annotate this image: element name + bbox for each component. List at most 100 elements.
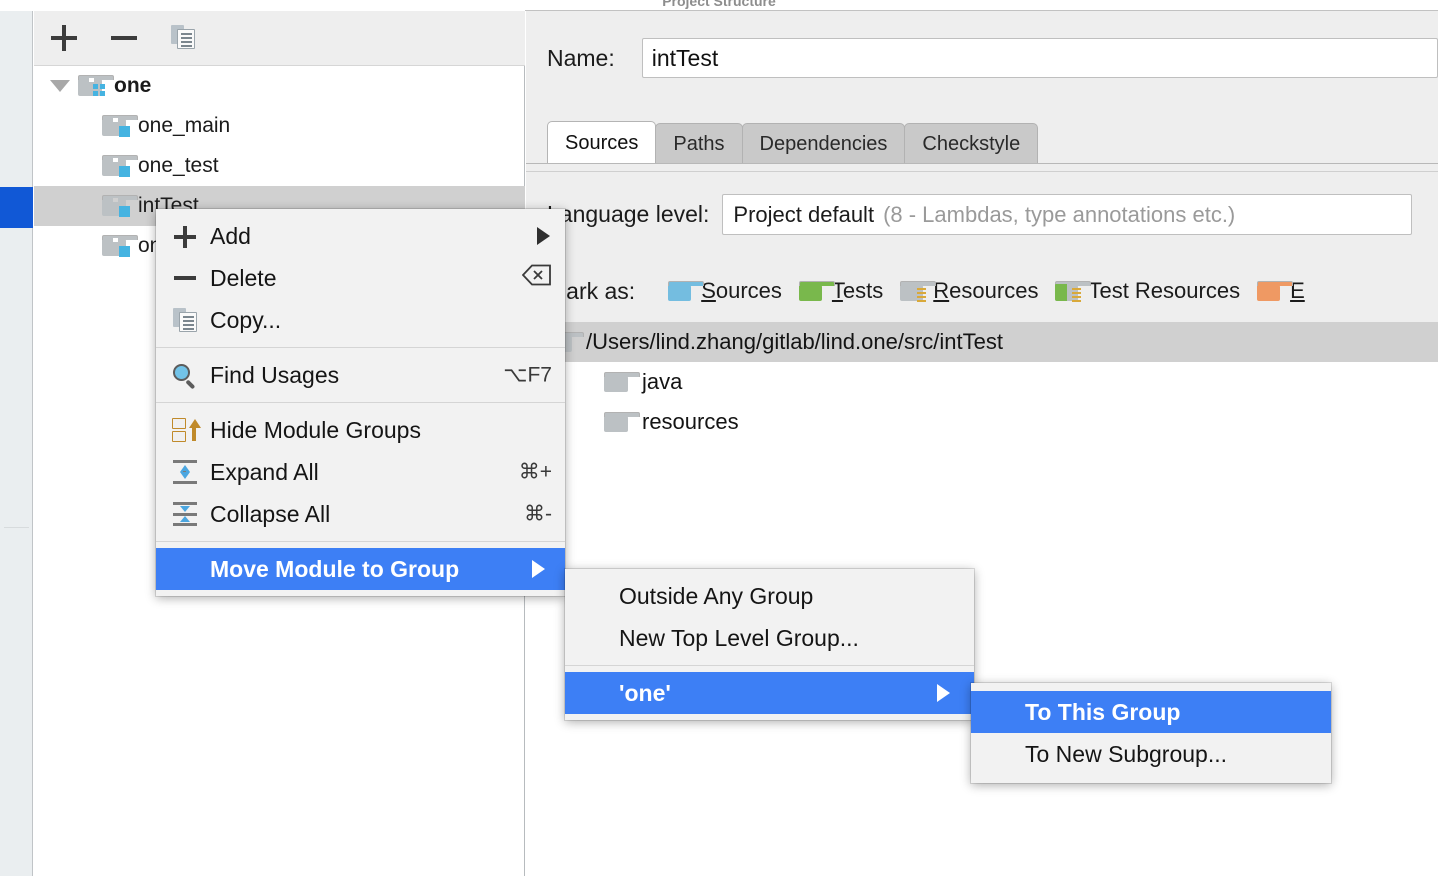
tab-sources[interactable]: Sources [547,121,657,164]
menu-item-move-module-to-group[interactable]: Move Module to Group [156,548,565,590]
remove-module-button[interactable] [105,19,143,57]
project-structure-dialog: Project Structure one one_main one_test … [0,0,1438,876]
chevron-right-icon [537,227,550,245]
tab-paths[interactable]: Paths [655,123,743,164]
delete-shortcut [522,264,552,292]
module-name-label: Name: [547,44,615,71]
submenu-item-label: 'one' [619,679,671,706]
mark-as-sources-button[interactable]: Sources [668,278,782,304]
menu-item-add[interactable]: Add [156,215,565,257]
copy-module-button[interactable] [165,19,203,57]
language-level-label: Language level: [547,201,710,227]
submenu-item-outside-any-group[interactable]: Outside Any Group [565,575,974,617]
rail-selected-category[interactable] [0,187,33,228]
module-folder-icon [102,155,138,177]
tree-row[interactable]: one [34,66,525,106]
copy-icon [170,25,198,51]
tree-row-label: one [114,74,152,97]
menu-item-expand-all[interactable]: Expand All ⌘+ [156,451,565,493]
find-usages-shortcut: ⌥F7 [503,363,552,387]
mark-as-row: Mark as: Sources Tests Resources Test Re… [526,267,1438,315]
chevron-down-icon[interactable] [50,80,70,92]
tab-checkstyle[interactable]: Checkstyle [904,123,1039,164]
menu-separator [156,541,565,542]
tabs-divider [526,163,1438,164]
module-tabs[interactable]: Sources Paths Dependencies Checkstyle [547,121,1039,164]
module-group-folder-icon [78,75,114,97]
resources-folder-icon [900,280,937,302]
source-folder-row[interactable]: java [526,362,1438,402]
menu-separator [156,347,565,348]
chevron-right-icon [532,560,545,578]
menu-item-collapse-all[interactable]: Collapse All ⌘- [156,493,565,535]
mark-as-test-resources-button[interactable]: Test Resources [1055,278,1240,304]
mark-as-excluded-button[interactable]: E [1257,278,1305,304]
dialog-category-rail[interactable] [0,11,33,876]
move-to-group-submenu[interactable]: Outside Any Group New Top Level Group...… [565,569,974,720]
collapse-all-shortcut: ⌘- [524,502,552,526]
menu-item-copy[interactable]: Copy... [156,299,565,341]
submenu-item-label: To New Subgroup... [1025,740,1228,767]
menu-item-label: Copy... [210,306,282,333]
tree-row[interactable]: one_main [34,106,525,146]
menu-item-label: Expand All [210,458,319,485]
one-group-submenu[interactable]: To This Group To New Subgroup... [971,683,1331,783]
language-level-row: Language level: Project default (8 - Lam… [526,192,1438,237]
mark-as-tests-label: Tests [831,278,884,303]
module-folder-icon [102,115,138,137]
content-root-path: /Users/lind.zhang/gitlab/lind.one/src/in… [586,329,1003,354]
module-name-input[interactable]: intTest [641,38,1438,78]
magnifier-icon [170,362,200,390]
module-tree-toolbar [34,11,525,66]
submenu-item-to-this-group[interactable]: To This Group [971,691,1331,733]
chevron-right-icon [937,684,950,702]
language-level-value: Project default [733,201,875,227]
copy-icon [170,307,200,333]
module-context-menu[interactable]: Add Delete Copy... Find Usages ⌥F7 Hide … [156,209,565,596]
test-resources-folder-icon [1055,280,1092,302]
tree-row-label: one_main [138,114,231,137]
menu-separator [565,665,974,666]
sources-folder-icon [668,280,705,302]
menu-item-label: Move Module to Group [210,555,460,582]
backspace-icon [522,264,552,286]
submenu-item-label: Outside Any Group [619,582,814,609]
menu-separator [156,402,565,403]
mark-as-resources-button[interactable]: Resources [900,278,1038,304]
mark-as-sources-label: Sources [701,278,782,303]
minus-icon [111,36,137,40]
hide-groups-icon [170,417,201,443]
tree-row[interactable]: one_test [34,146,525,186]
submenu-item-one-group[interactable]: 'one' [565,672,974,714]
menu-item-label: Find Usages [210,361,340,388]
excluded-folder-icon [1257,280,1294,302]
tabs-divider-secondary [526,171,1438,172]
add-module-button[interactable] [45,19,83,57]
language-level-combobox[interactable]: Project default (8 - Lambdas, type annot… [722,194,1413,235]
submenu-item-to-new-subgroup[interactable]: To New Subgroup... [971,733,1331,775]
mark-as-resources-label: Resources [933,278,1039,303]
menu-item-label: Add [210,222,251,249]
submenu-item-label: To This Group [1025,698,1181,725]
folder-icon [604,411,640,433]
menu-item-hide-module-groups[interactable]: Hide Module Groups [156,409,565,451]
tab-dependencies[interactable]: Dependencies [741,123,906,164]
menu-item-label: Delete [210,264,277,291]
source-folder-row[interactable]: resources [526,402,1438,442]
plus-icon [51,25,77,51]
tree-row-label: one_test [138,154,219,177]
submenu-item-new-top-level-group[interactable]: New Top Level Group... [565,617,974,659]
expand-all-icon [170,459,200,485]
mark-as-tests-button[interactable]: Tests [798,278,884,304]
content-root-row[interactable]: /Users/lind.zhang/gitlab/lind.one/src/in… [526,322,1438,362]
source-folder-name: resources [642,409,739,434]
folder-icon [604,371,640,393]
module-name-row: Name: intTest [526,34,1438,82]
window-title: Project Structure [662,0,776,9]
menu-item-find-usages[interactable]: Find Usages ⌥F7 [156,354,565,396]
menu-item-label: Hide Module Groups [210,416,421,443]
mark-as-test-resources-label: Test Resources [1088,278,1241,303]
module-folder-icon [102,195,138,217]
menu-item-delete[interactable]: Delete [156,257,565,299]
language-level-hint: (8 - Lambdas, type annotations etc.) [883,201,1236,227]
